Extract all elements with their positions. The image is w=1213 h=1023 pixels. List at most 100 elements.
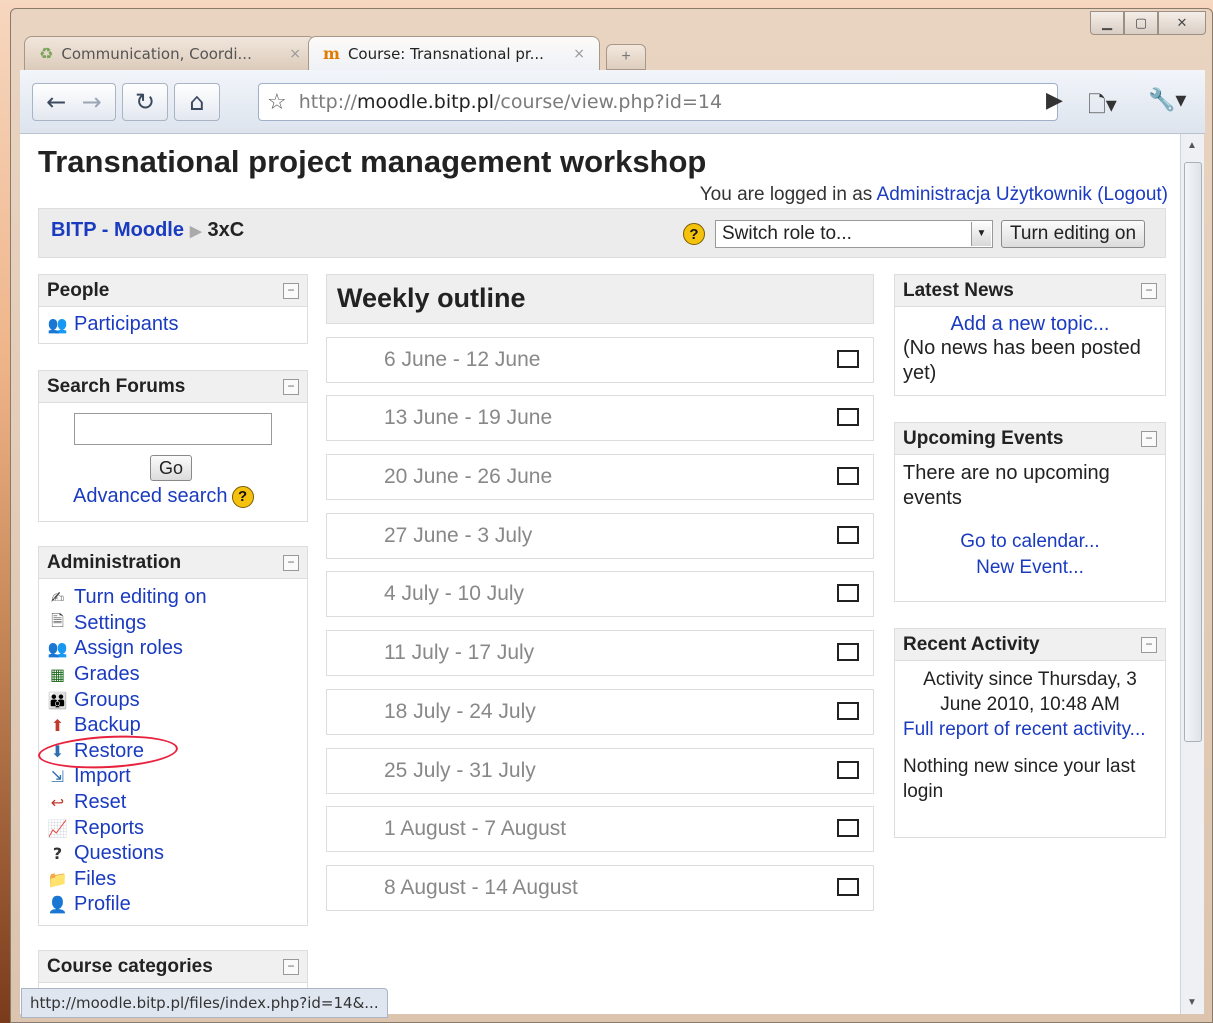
bookmark-star-icon[interactable]: ☆ — [267, 90, 287, 115]
upcoming-events-block: Upcoming Events − There are no upcoming … — [894, 422, 1166, 602]
admin-link[interactable]: Turn editing on — [74, 586, 207, 609]
collapse-icon[interactable]: − — [283, 378, 299, 395]
admin-link[interactable]: Backup — [74, 714, 141, 737]
help-icon[interactable]: ? — [683, 223, 705, 245]
expand-week-icon[interactable] — [837, 584, 859, 603]
new-event-link[interactable]: New Event... — [976, 557, 1084, 578]
wrench-menu-icon[interactable]: 🔧▾ — [1148, 88, 1186, 113]
admin-item-assign-roles[interactable]: 👥 Assign roles — [47, 636, 307, 662]
login-prefix: You are logged in as — [699, 184, 877, 205]
tab-close-icon[interactable]: × — [289, 46, 301, 62]
week-label: 27 June - 3 July — [384, 523, 533, 547]
scroll-down-icon[interactable]: ▼ — [1187, 997, 1197, 1008]
breadcrumb-home[interactable]: BITP - Moodle — [51, 219, 184, 241]
block-header: Latest News − — [895, 275, 1165, 307]
vertical-scrollbar[interactable]: ▲ ▼ — [1180, 134, 1204, 1014]
user-link[interactable]: Administracja Użytkownik — [877, 184, 1092, 205]
block-title: Recent Activity — [903, 633, 1040, 655]
full-report-link[interactable]: Full report of recent activity... — [903, 719, 1146, 740]
admin-item-turn-editing[interactable]: ✍ Turn editing on — [47, 585, 307, 611]
scroll-up-icon[interactable]: ▲ — [1187, 140, 1197, 151]
admin-item-reports[interactable]: 📈 Reports — [47, 815, 307, 841]
collapse-icon[interactable]: − — [283, 958, 299, 975]
expand-week-icon[interactable] — [837, 349, 859, 368]
search-go-button[interactable]: Go — [150, 455, 193, 481]
address-bar[interactable]: ☆ http://moodle.bitp.pl/course/view.php?… — [258, 83, 1058, 121]
dropdown-arrow-icon[interactable]: ▼ — [971, 222, 991, 246]
assign-roles-icon: 👥 — [47, 639, 68, 659]
url-scheme: http:// — [298, 91, 357, 113]
breadcrumb-separator-icon: ▶ — [189, 223, 202, 240]
reset-icon: ↩ — [50, 793, 65, 813]
participants-link[interactable]: Participants — [74, 313, 179, 336]
add-topic-row: Add a new topic... — [895, 313, 1165, 336]
administration-block: Administration − ✍ Turn editing on 🗎 Setti… — [38, 546, 308, 926]
collapse-icon[interactable]: − — [283, 282, 299, 299]
admin-link[interactable]: Assign roles — [74, 637, 183, 660]
home-button[interactable]: ⌂ — [174, 83, 220, 121]
minimize-button[interactable]: ▁ — [1090, 11, 1124, 35]
admin-item-reset[interactable]: ↩ Reset — [47, 790, 307, 816]
logout-link[interactable]: (Logout) — [1097, 184, 1168, 205]
admin-item-backup[interactable]: ⬆ Backup — [47, 713, 307, 739]
calendar-link[interactable]: Go to calendar... — [960, 531, 1099, 552]
admin-item-groups[interactable]: 👪 Groups — [47, 687, 307, 713]
admin-item-files[interactable]: 📁 Files — [47, 867, 307, 893]
tab-course[interactable]: m Course: Transnational pr... × — [308, 36, 600, 70]
admin-item-profile[interactable]: 👤 Profile — [47, 892, 307, 918]
collapse-icon[interactable]: − — [283, 554, 299, 571]
switch-role-select[interactable]: Switch role to... ▼ — [715, 220, 993, 248]
admin-link[interactable]: Import — [74, 765, 131, 788]
week-label: 18 July - 24 July — [384, 699, 536, 723]
back-icon[interactable]: ← — [46, 88, 66, 116]
turn-editing-on-button[interactable]: Turn editing on — [1001, 220, 1146, 248]
expand-week-icon[interactable] — [837, 819, 859, 838]
collapse-icon[interactable]: − — [1141, 430, 1157, 447]
admin-link[interactable]: Files — [74, 868, 116, 891]
expand-week-icon[interactable] — [837, 525, 859, 544]
go-arrow-icon[interactable]: ▶ — [1046, 88, 1063, 113]
admin-link[interactable]: Profile — [74, 893, 131, 916]
add-topic-link[interactable]: Add a new topic... — [951, 313, 1110, 335]
admin-link[interactable]: Settings — [74, 612, 146, 635]
pencil-icon: ✍ — [50, 588, 65, 608]
moodle-icon: m — [323, 44, 340, 63]
admin-link[interactable]: Groups — [74, 689, 140, 712]
tab-close-icon[interactable]: × — [573, 46, 585, 62]
reload-icon: ↻ — [134, 88, 156, 116]
admin-link[interactable]: Reset — [74, 791, 126, 814]
maximize-button[interactable]: ▢ — [1124, 11, 1158, 35]
admin-link[interactable]: Reports — [74, 817, 144, 840]
new-tab-button[interactable]: + — [606, 44, 646, 70]
expand-week-icon[interactable] — [837, 408, 859, 427]
window-controls: ▁ ▢ ✕ — [1090, 11, 1206, 35]
forward-icon[interactable]: → — [82, 88, 102, 116]
expand-week-icon[interactable] — [837, 467, 859, 486]
help-icon[interactable]: ? — [231, 485, 254, 508]
scroll-thumb[interactable] — [1184, 162, 1202, 742]
expand-week-icon[interactable] — [837, 760, 859, 779]
reload-button[interactable]: ↻ — [122, 83, 168, 121]
expand-week-icon[interactable] — [837, 701, 859, 720]
admin-item-grades[interactable]: ▦ Grades — [47, 662, 307, 688]
url-host: moodle.bitp.pl — [356, 91, 495, 113]
url-path: /course/view.php?id=14 — [494, 91, 723, 113]
admin-link[interactable]: Grades — [74, 663, 140, 686]
admin-link[interactable]: Questions — [74, 842, 164, 865]
block-title: People — [47, 279, 110, 301]
collapse-icon[interactable]: − — [1141, 636, 1157, 653]
collapse-icon[interactable]: − — [1141, 282, 1157, 299]
expand-week-icon[interactable] — [837, 643, 859, 662]
admin-item-questions[interactable]: ? Questions — [47, 841, 307, 867]
advanced-search-link[interactable]: Advanced search — [73, 485, 228, 508]
activity-since-text: Activity since Thursday, 3 June 2010, 10… — [923, 669, 1137, 715]
page-menu-icon[interactable]: 🗋▾ — [1088, 88, 1117, 126]
admin-item-settings[interactable]: 🗎 Settings — [47, 611, 307, 637]
expand-week-icon[interactable] — [837, 877, 859, 896]
week-label: 13 June - 19 June — [384, 406, 553, 430]
close-window-button[interactable]: ✕ — [1158, 11, 1206, 35]
groups-icon: 👪 — [47, 690, 68, 710]
tab-communication[interactable]: ♻ Communication, Coordi... × — [24, 36, 316, 70]
search-input[interactable] — [74, 413, 272, 445]
back-forward-buttons[interactable]: ← → — [32, 83, 116, 121]
